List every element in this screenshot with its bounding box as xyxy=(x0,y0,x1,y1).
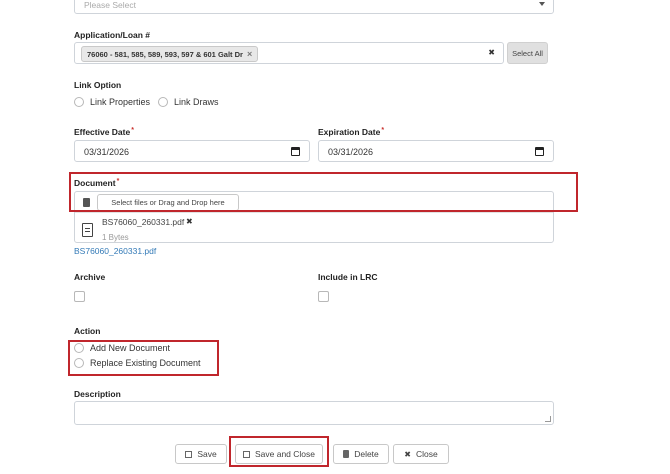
calendar-icon[interactable] xyxy=(535,147,544,156)
uploaded-file-name: BS76060_260331.pdf xyxy=(102,217,185,227)
required-marker: * xyxy=(381,127,385,134)
archive-label: Archive xyxy=(74,272,106,282)
effective-date-value: 03/31/2026 xyxy=(84,147,130,157)
top-select[interactable]: Please Select xyxy=(74,0,554,14)
application-tag: 76060 - 581, 585, 589, 593, 597 & 601 Ga… xyxy=(81,46,259,62)
expiration-date-input[interactable]: 03/31/2026 xyxy=(318,140,554,162)
trash-icon xyxy=(343,450,350,458)
link-draws-radio[interactable] xyxy=(158,97,168,107)
include-lrc-label: Include in LRC xyxy=(318,272,378,282)
tag-remove-icon[interactable]: × xyxy=(247,49,252,59)
clear-icon[interactable]: ✖ xyxy=(488,48,495,57)
description-textarea[interactable] xyxy=(74,401,554,425)
action-label: Action xyxy=(74,326,101,336)
close-button-label: Close xyxy=(415,449,438,459)
expiration-date-label: Expiration Date* xyxy=(318,127,384,137)
save-button-label: Save xyxy=(197,449,217,459)
required-marker: * xyxy=(131,127,134,134)
top-select-placeholder: Please Select xyxy=(84,0,136,10)
file-remove-icon[interactable]: ✖ xyxy=(186,217,193,226)
application-multiselect[interactable]: 76060 - 581, 585, 589, 593, 597 & 601 Ga… xyxy=(74,42,504,64)
link-properties-label: Link Properties xyxy=(90,97,151,107)
link-option-label: Link Option xyxy=(74,80,122,90)
link-draws-radio-group[interactable]: Link Draws xyxy=(158,97,219,107)
application-label: Application/Loan # xyxy=(74,30,151,40)
effective-date-input[interactable]: 03/31/2026 xyxy=(74,140,310,162)
link-properties-radio[interactable] xyxy=(74,97,84,107)
application-tag-text: 76060 - 581, 585, 589, 593, 597 & 601 Ga… xyxy=(87,49,243,59)
save-icon xyxy=(185,450,193,458)
delete-button-label: Delete xyxy=(354,449,379,459)
document-file-link[interactable]: BS76060_260331.pdf xyxy=(74,246,156,256)
uploaded-file-size: 1 Bytes xyxy=(102,233,129,242)
resize-handle-icon[interactable] xyxy=(545,416,551,422)
archive-checkbox[interactable] xyxy=(74,291,85,302)
close-button[interactable]: ✖ Close xyxy=(393,444,449,464)
close-icon: ✖ xyxy=(404,449,411,459)
document-highlight-box xyxy=(69,172,578,212)
save-button[interactable]: Save xyxy=(175,444,227,464)
select-all-button[interactable]: Select All xyxy=(507,42,548,64)
file-document-icon xyxy=(82,223,93,237)
save-and-close-highlight-box xyxy=(229,436,329,467)
caret-down-icon xyxy=(539,2,545,6)
delete-button[interactable]: Delete xyxy=(333,444,389,464)
effective-date-label-text: Effective Date xyxy=(74,127,131,137)
action-highlight-box xyxy=(68,340,219,376)
expiration-date-label-text: Expiration Date xyxy=(318,127,381,137)
expiration-date-value: 03/31/2026 xyxy=(328,147,374,157)
link-draws-label: Link Draws xyxy=(174,97,219,107)
description-label: Description xyxy=(74,389,121,399)
effective-date-label: Effective Date* xyxy=(74,127,134,137)
calendar-icon[interactable] xyxy=(291,147,300,156)
include-lrc-checkbox[interactable] xyxy=(318,291,329,302)
link-properties-radio-group[interactable]: Link Properties xyxy=(74,97,150,107)
